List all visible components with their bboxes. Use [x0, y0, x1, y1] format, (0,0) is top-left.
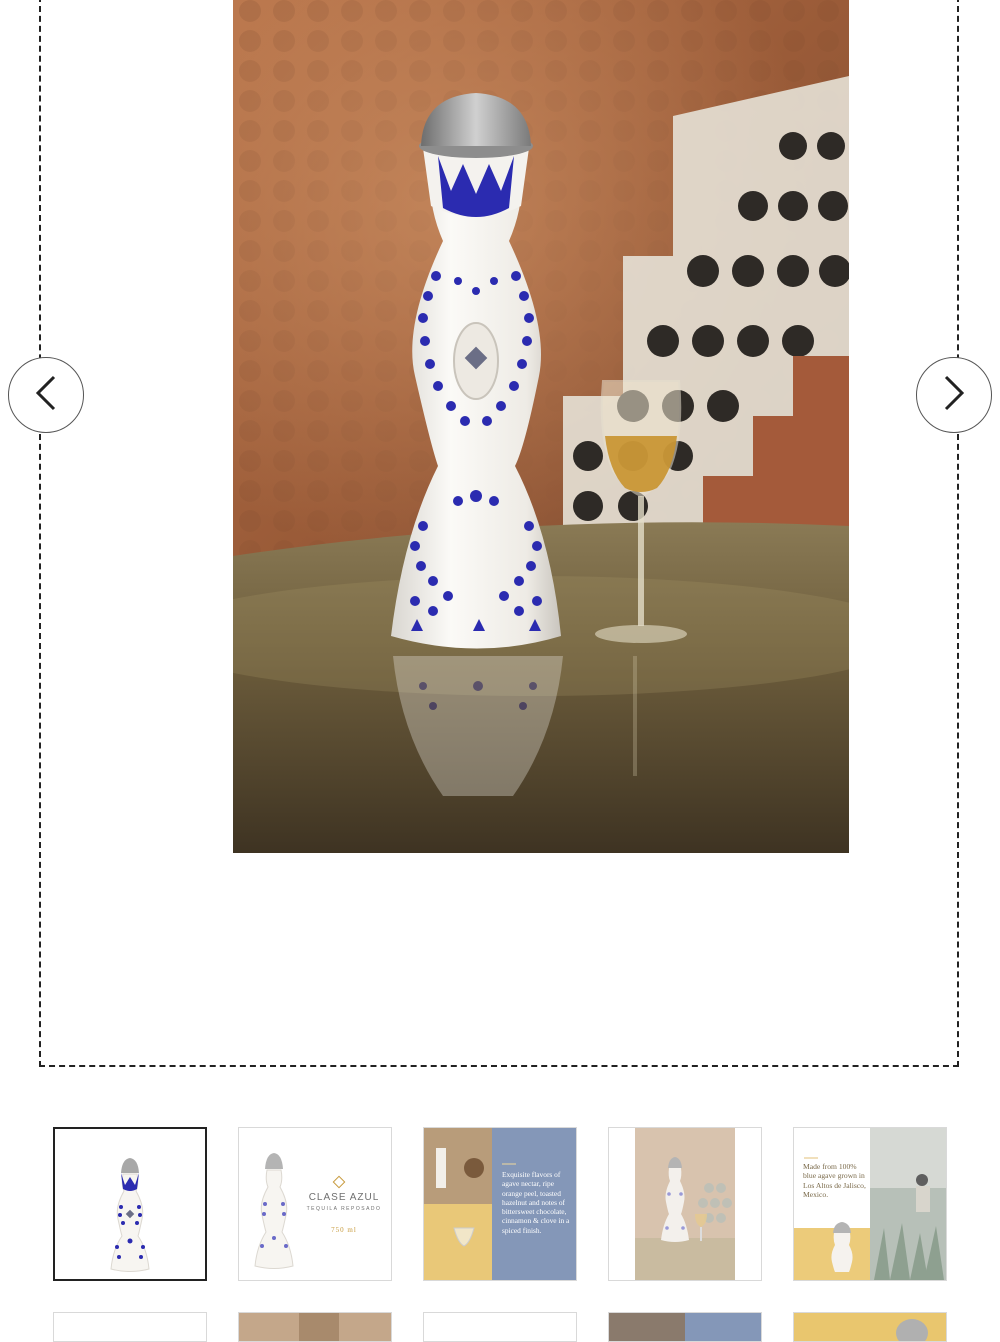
agave-origin-thumbnail-image	[794, 1128, 946, 1280]
product-image-viewer	[39, 0, 959, 1067]
thumbnail-bottle-lifestyle[interactable]	[608, 1127, 762, 1281]
thumbnail-row2-1[interactable]	[53, 1312, 207, 1342]
thumbnail-bottle-brand-card[interactable]: CLASE AZUL TEQUILA REPOSADO 750 ml	[238, 1127, 392, 1281]
bottle-volume: 750 ml	[331, 1226, 357, 1234]
thumbnail-row2-5[interactable]	[793, 1312, 947, 1342]
chevron-right-icon	[940, 373, 968, 418]
thumbnail-bottle-front[interactable]	[53, 1127, 207, 1281]
thumbnail-image	[239, 1313, 391, 1341]
thumbnail-origin-card[interactable]: Made from 100% blue agave grown in Los A…	[793, 1127, 947, 1281]
thumbnail-tasting-notes-card[interactable]: Exquisite flavors of agave nectar, ripe …	[423, 1127, 577, 1281]
brand-subtitle: TEQUILA REPOSADO	[306, 1206, 382, 1212]
clase-azul-bottle-photo	[233, 0, 849, 853]
origin-text: Made from 100% blue agave grown in Los A…	[803, 1162, 866, 1200]
bottle-lifestyle-thumbnail-image	[609, 1128, 761, 1280]
thumbnail-row2-2[interactable]	[238, 1312, 392, 1342]
next-image-button[interactable]	[916, 357, 992, 433]
bottle-side-thumbnail-image	[239, 1128, 391, 1280]
previous-image-button[interactable]	[8, 357, 84, 433]
thumbnail-row2-3[interactable]	[423, 1312, 577, 1342]
thumbnail-image	[794, 1313, 946, 1341]
thumbnail-row2-4[interactable]	[608, 1312, 762, 1342]
main-product-photo[interactable]	[233, 0, 849, 853]
chevron-left-icon	[32, 373, 60, 418]
thumbnail-image	[54, 1313, 206, 1341]
thumbnail-image	[424, 1313, 576, 1341]
brand-name: CLASE AZUL	[308, 1192, 380, 1203]
tasting-notes-text: Exquisite flavors of agave nectar, ripe …	[502, 1170, 570, 1235]
thumbnail-image	[609, 1313, 761, 1341]
bottle-front-thumbnail-image	[55, 1129, 205, 1279]
